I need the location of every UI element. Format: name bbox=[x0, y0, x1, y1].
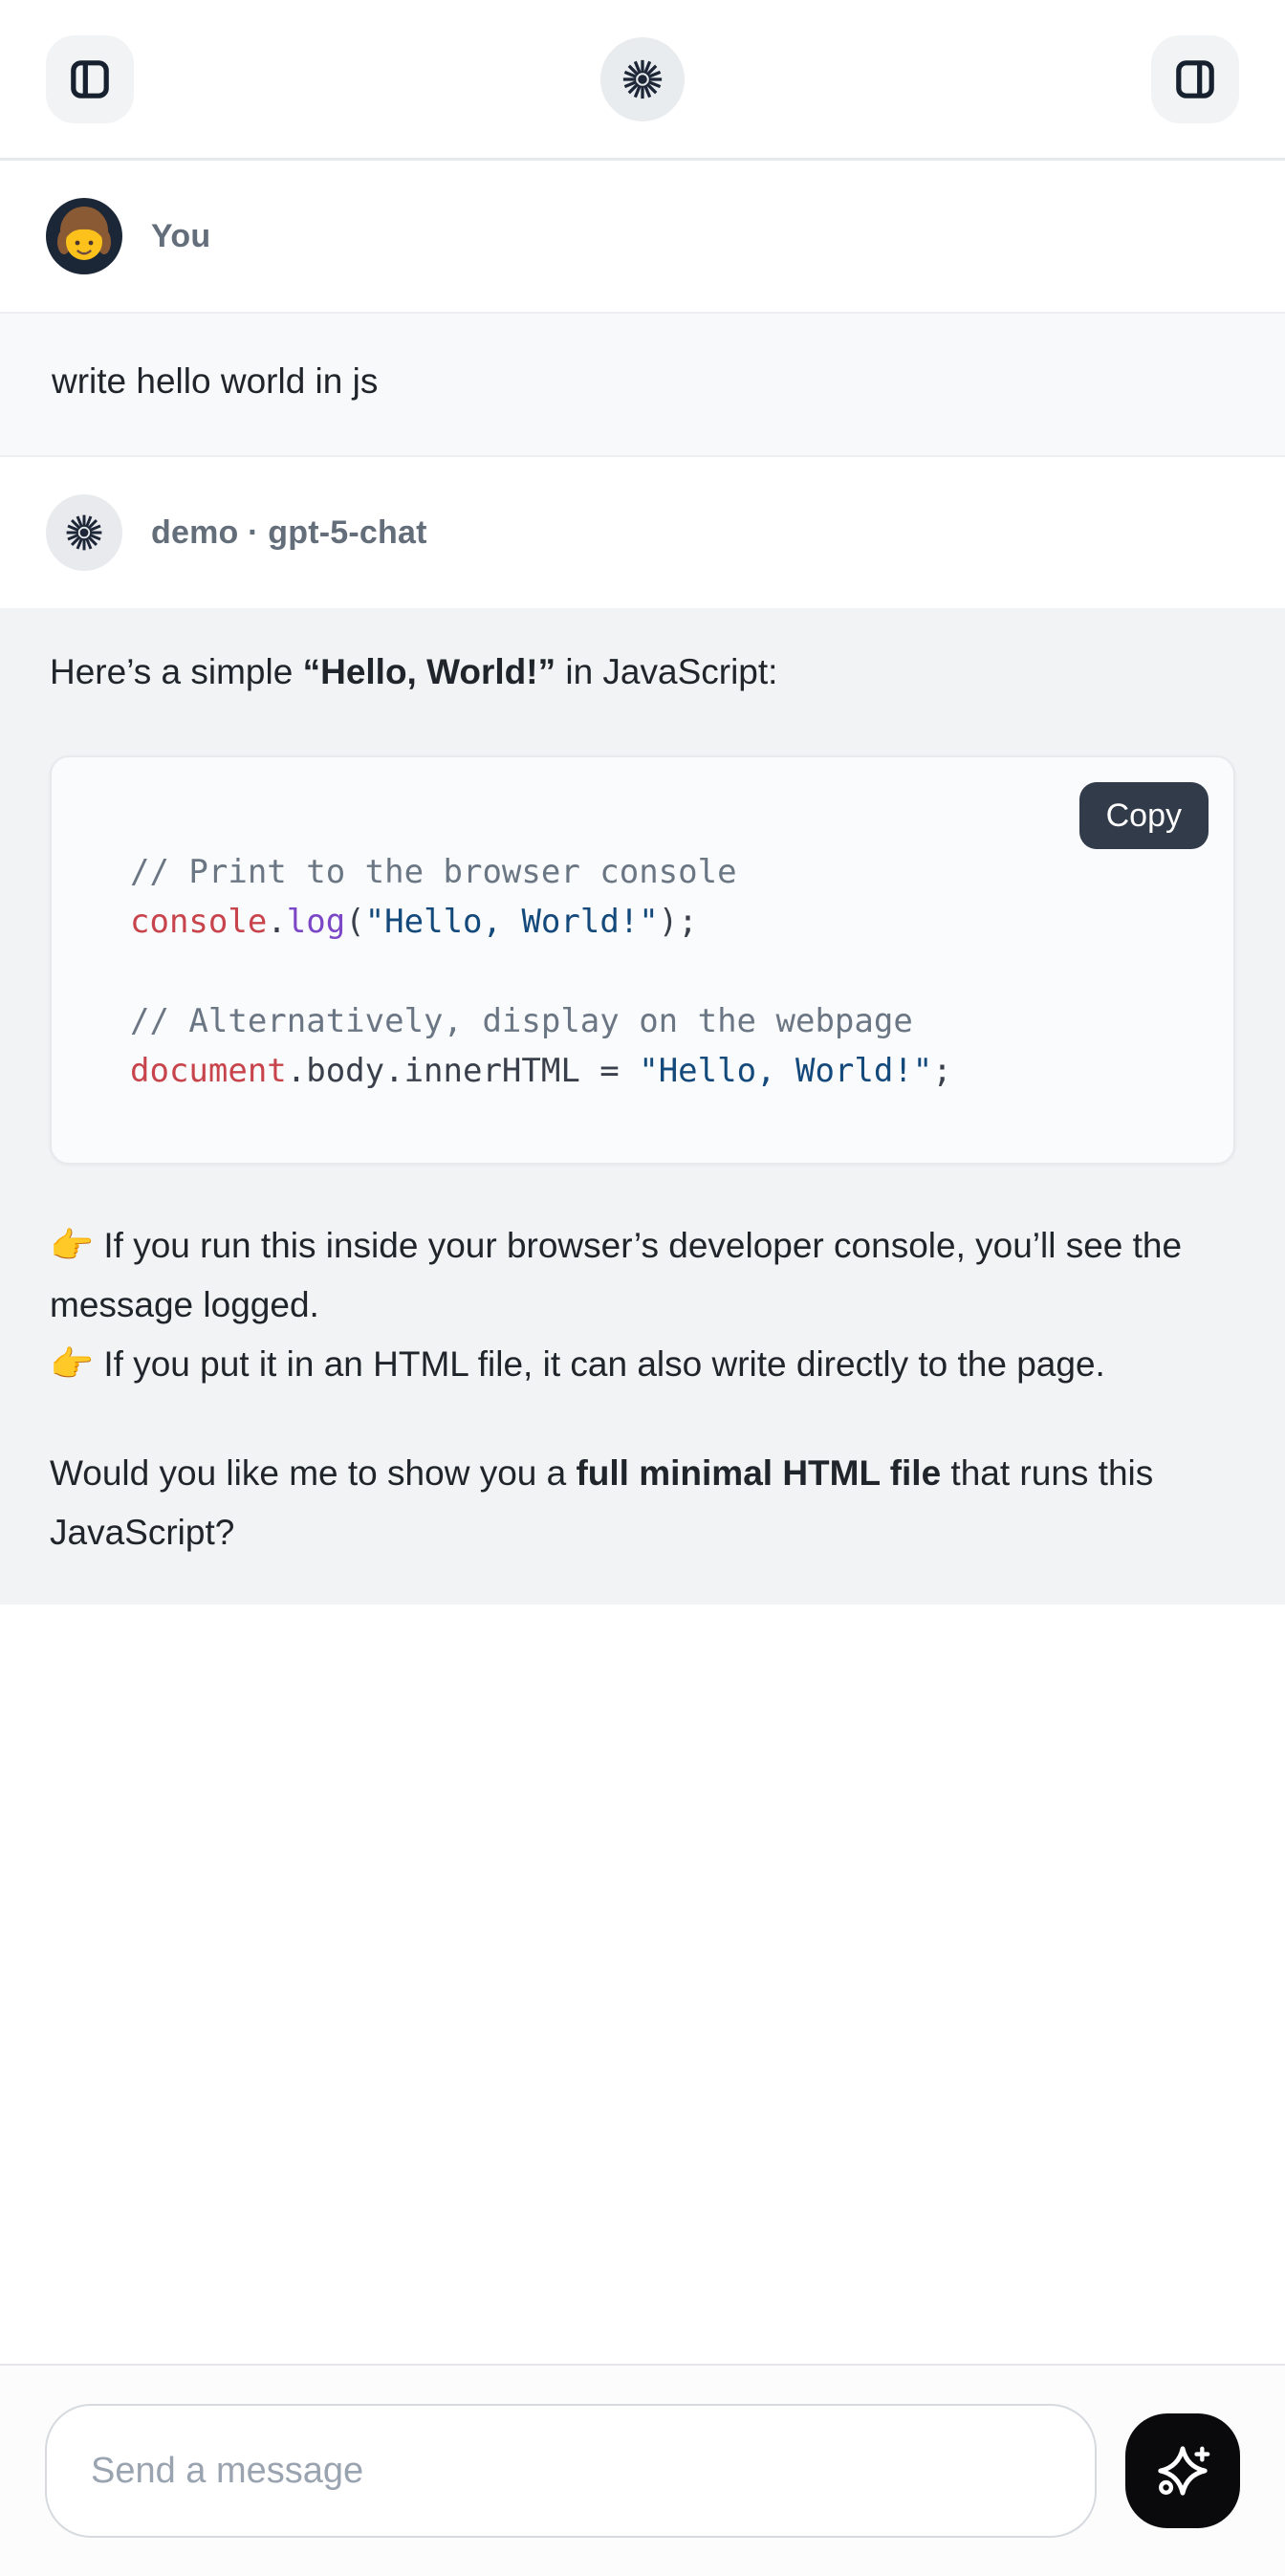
intro-bold: “Hello, World!” bbox=[303, 652, 555, 691]
intro-prefix: Here’s a simple bbox=[50, 652, 303, 691]
intro-suffix: in JavaScript: bbox=[555, 652, 777, 691]
assistant-message-header: demo · gpt-5-chat bbox=[0, 457, 1285, 608]
starburst-icon bbox=[621, 57, 664, 101]
thread-empty-space bbox=[0, 1605, 1285, 2364]
tip-line-2: 👉 If you put it in an HTML file, it can … bbox=[50, 1344, 1105, 1384]
closing-prefix: Would you like me to show you a bbox=[50, 1453, 576, 1493]
code-block: Copy // Print to the browser console con… bbox=[50, 755, 1235, 1165]
user-sender-label: You bbox=[151, 218, 210, 255]
assistant-avatar bbox=[46, 494, 122, 571]
person-emoji bbox=[46, 198, 122, 274]
closing-bold: full minimal HTML file bbox=[576, 1453, 941, 1493]
message-input[interactable] bbox=[45, 2404, 1097, 2538]
user-message-header: You bbox=[0, 161, 1285, 312]
starburst-icon bbox=[64, 513, 104, 553]
panel-left-icon bbox=[66, 55, 114, 103]
user-message-text: write hello world in js bbox=[52, 352, 1233, 411]
user-message: You write hello world in js bbox=[0, 161, 1285, 457]
right-panel-toggle-button[interactable] bbox=[1151, 35, 1239, 123]
chat-app: You write hello world in js bbox=[0, 0, 1285, 2576]
user-message-band: write hello world in js bbox=[0, 312, 1285, 457]
user-avatar bbox=[46, 198, 122, 274]
assistant-sender-label: demo · gpt-5-chat bbox=[151, 514, 427, 552]
assistant-message: demo · gpt-5-chat Here’s a simple “Hello… bbox=[0, 457, 1285, 1605]
assistant-message-band: Here’s a simple “Hello, World!” in JavaS… bbox=[0, 608, 1285, 1605]
top-bar bbox=[0, 0, 1285, 161]
panel-right-icon bbox=[1171, 55, 1219, 103]
assistant-tips-text: 👉 If you run this inside your browser’s … bbox=[50, 1216, 1235, 1394]
copy-button[interactable]: Copy bbox=[1079, 782, 1209, 849]
assistant-intro-text: Here’s a simple “Hello, World!” in JavaS… bbox=[50, 643, 1235, 702]
sparkle-icon bbox=[1153, 2441, 1212, 2500]
composer-bar bbox=[0, 2364, 1285, 2576]
assistant-closing-text: Would you like me to show you a full min… bbox=[50, 1444, 1235, 1562]
code-content: // Print to the browser console console.… bbox=[52, 757, 1233, 1096]
tip-line-1: 👉 If you run this inside your browser’s … bbox=[50, 1226, 1182, 1324]
sidebar-toggle-button[interactable] bbox=[46, 35, 134, 123]
send-button[interactable] bbox=[1125, 2413, 1240, 2528]
app-logo-button[interactable] bbox=[600, 37, 685, 121]
